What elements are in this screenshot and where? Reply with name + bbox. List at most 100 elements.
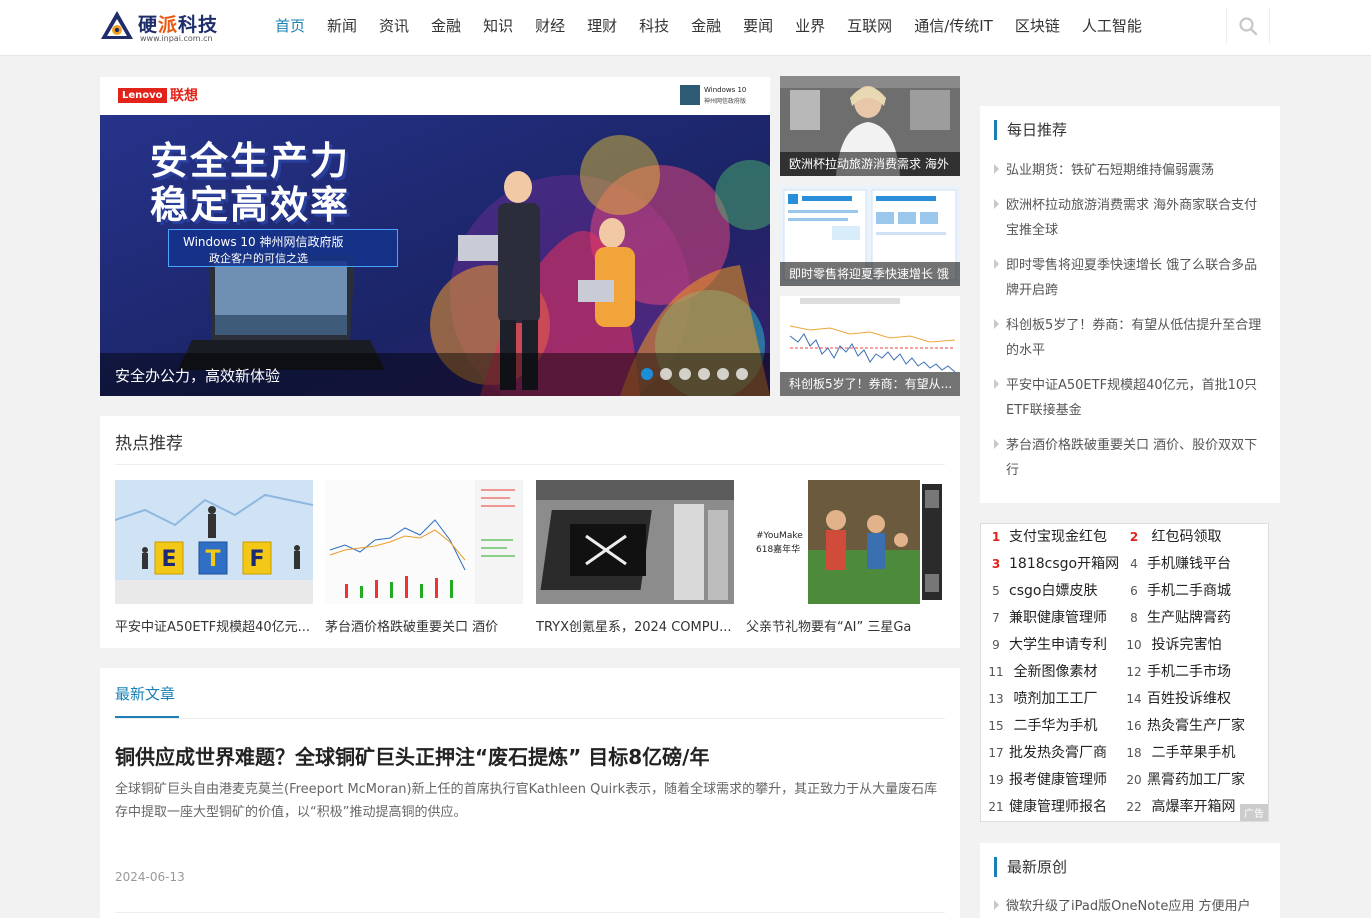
site-logo[interactable]: 硬派科技 www.inpai.com.cn — [100, 8, 230, 48]
ad-link[interactable]: 1 支付宝现金红包 — [983, 524, 1107, 551]
original-title: 最新原创 — [994, 857, 1067, 877]
daily-item[interactable]: 科创板5岁了！券商：有望从低估提升至合理的水平 — [992, 313, 1270, 363]
slider-dot-5[interactable] — [717, 368, 729, 380]
windows-badge-line2: 神州网信政府版 — [704, 98, 747, 105]
ad-link[interactable]: 4 手机赚钱平台 — [1121, 551, 1231, 578]
tab-active-indicator — [115, 716, 179, 718]
ad-link[interactable]: 11 全新图像素材 — [983, 659, 1097, 686]
ad-row: 11 全新图像素材 12 手机二手市场 — [981, 659, 1270, 686]
nav-item-wealth[interactable]: 理财 — [576, 0, 628, 52]
ad-row: 13 喷剂加工工厂 14 百姓投诉维权 — [981, 686, 1270, 713]
daily-item[interactable]: 即时零售将迎夏季快速增长 饿了么联合多品牌开启跨 — [992, 253, 1270, 303]
slider-dot-3[interactable] — [679, 368, 691, 380]
hot-card-3-caption[interactable]: TRYX创氪星系，2024 COMPU... — [536, 616, 734, 635]
nav-item-knowledge[interactable]: 知识 — [472, 0, 524, 52]
slide-subtitle-line2: 政企客户的可信之选 — [209, 252, 308, 265]
logo-mark-icon — [101, 11, 133, 39]
ad-link[interactable]: 16 热灸膏生产厂家 — [1121, 713, 1245, 740]
article-title[interactable]: 铜供应成世界难题？全球铜矿巨头正押注“废石提炼” 目标8亿磅/年 — [115, 741, 709, 770]
ad-row: 5 csgo白嫖皮肤 6 手机二手商城 — [981, 578, 1270, 605]
slider-dot-6[interactable] — [736, 368, 748, 380]
ad-link[interactable]: 10 投诉完害怕 — [1121, 632, 1221, 659]
nav-item-home[interactable]: 首页 — [264, 0, 316, 52]
nav-item-ai[interactable]: 人工智能 — [1071, 0, 1153, 52]
ad-row: 15 二手华为手机 16 热灸膏生产厂家 — [981, 713, 1270, 740]
ad-link[interactable]: 5 csgo白嫖皮肤 — [983, 578, 1097, 605]
daily-item[interactable]: 茅台酒价格跌破重要关口 酒价、股价双双下行 — [992, 433, 1270, 483]
hot-card-1[interactable]: E T F 平安中证A50ETF规模超40亿元... — [115, 480, 313, 635]
search-button[interactable] — [1226, 8, 1270, 44]
windows-logo-icon — [680, 85, 700, 105]
slider-brand-bar: Lenovo 联想 Windows 10 神州网信政府版 — [100, 77, 770, 115]
nav-item-news[interactable]: 新闻 — [316, 0, 368, 52]
tab-latest-articles[interactable]: 最新文章 — [115, 683, 175, 704]
ad-link[interactable]: 15 二手华为手机 — [983, 713, 1097, 740]
hot-card-4-caption[interactable]: 父亲节礼物要有“AI” 三星Ga — [746, 616, 944, 635]
windows-badge: Windows 10 神州网信政府版 — [680, 85, 756, 107]
article-date: 2024-06-13 — [115, 870, 185, 884]
side-thumb-1-caption[interactable]: 欧洲杯拉动旅游消费需求 海外 — [780, 152, 960, 176]
ad-link[interactable]: 20 黑膏药加工厂家 — [1121, 767, 1245, 794]
ad-link[interactable]: 6 手机二手商城 — [1121, 578, 1231, 605]
ad-link[interactable]: 2 红包码领取 — [1121, 524, 1222, 551]
ad-link[interactable]: 18 二手苹果手机 — [1121, 740, 1235, 767]
ad-link[interactable]: 7 兼职健康管理师 — [983, 605, 1107, 632]
ad-row: 3 1818csgo开箱网 4 手机赚钱平台 — [981, 551, 1270, 578]
ad-link[interactable]: 3 1818csgo开箱网 — [983, 551, 1119, 578]
nav-item-industry[interactable]: 业界 — [784, 0, 836, 52]
hot-card-4[interactable]: #YouMake 618嘉年华 父亲节礼物要有“AI” 三星Ga — [746, 480, 944, 635]
side-thumb-3[interactable]: 科创板5岁了！券商：有望从... — [780, 296, 960, 396]
daily-list: 弘业期货：铁矿石短期维持偏弱震荡 欧洲杯拉动旅游消费需求 海外商家联合支付宝推全… — [992, 158, 1270, 493]
latest-original: 最新原创 微软升级了iPad版OneNote应用 方便用户 — [980, 843, 1280, 918]
nav-item-telecom-it[interactable]: 通信/传统IT — [903, 0, 1004, 52]
side-thumb-2[interactable]: 即时零售将迎夏季快速增长 饿 — [780, 186, 960, 286]
ad-link[interactable]: 17 批发热灸膏厂商 — [983, 740, 1107, 767]
hot-card-1-caption[interactable]: 平安中证A50ETF规模超40亿元... — [115, 616, 313, 635]
nav-item-tech[interactable]: 科技 — [628, 0, 680, 52]
ad-link[interactable]: 14 百姓投诉维权 — [1121, 686, 1231, 713]
svg-text:E: E — [161, 547, 176, 572]
ad-link[interactable]: 12 手机二手市场 — [1121, 659, 1231, 686]
daily-item[interactable]: 弘业期货：铁矿石短期维持偏弱震荡 — [992, 158, 1270, 183]
slider-dot-4[interactable] — [698, 368, 710, 380]
original-item[interactable]: 微软升级了iPad版OneNote应用 方便用户 — [992, 895, 1250, 914]
nav-item-finance-2[interactable]: 金融 — [680, 0, 732, 52]
hot-title: 热点推荐 — [115, 434, 183, 454]
side-thumb-1[interactable]: 欧洲杯拉动旅游消费需求 海外 — [780, 76, 960, 176]
hero-slider[interactable]: Lenovo 联想 Windows 10 神州网信政府版 安全生产力 稳定高效率… — [100, 77, 770, 396]
ad-row: 9 大学生申请专利 10 投诉完害怕 — [981, 632, 1270, 659]
daily-item[interactable]: 欧洲杯拉动旅游消费需求 海外商家联合支付宝推全球 — [992, 193, 1270, 243]
nav-item-internet[interactable]: 互联网 — [836, 0, 903, 52]
hot-card-3[interactable]: TRYX创氪星系，2024 COMPU... — [536, 480, 734, 635]
hot-card-2[interactable]: 茅台酒价格跌破重要关口 酒价 — [325, 480, 523, 635]
slider-dot-1[interactable] — [641, 368, 653, 380]
svg-text:F: F — [249, 547, 264, 572]
ad-link[interactable]: 8 生产贴牌膏药 — [1121, 605, 1231, 632]
ad-links-box: 1 支付宝现金红包 2 红包码领取 3 1818csgo开箱网 4 手机赚钱平台 5c… — [980, 523, 1269, 822]
ad-link[interactable]: 21 健康管理师报名 — [983, 794, 1107, 821]
ad-link[interactable]: 19 报考健康管理师 — [983, 767, 1107, 794]
lenovo-logo: Lenovo — [118, 88, 167, 103]
ad-row: 7 兼职健康管理师 8 生产贴牌膏药 — [981, 605, 1270, 632]
side-thumb-3-caption[interactable]: 科创板5岁了！券商：有望从... — [780, 372, 960, 396]
daily-item[interactable]: 平安中证A50ETF规模超40亿元，首批10只ETF联接基金 — [992, 373, 1270, 423]
ad-link[interactable]: 9 大学生申请专利 — [983, 632, 1107, 659]
nav-item-blockchain[interactable]: 区块链 — [1004, 0, 1071, 52]
hot-card-2-caption[interactable]: 茅台酒价格跌破重要关口 酒价 — [325, 616, 523, 635]
nav-item-economy[interactable]: 财经 — [524, 0, 576, 52]
ad-label: 广告 — [1240, 804, 1268, 821]
slider-caption[interactable]: 安全办公力，高效新体验 — [115, 365, 280, 386]
nav-item-headlines[interactable]: 要闻 — [732, 0, 784, 52]
slider-dot-2[interactable] — [660, 368, 672, 380]
side-thumb-2-caption[interactable]: 即时零售将迎夏季快速增长 饿 — [780, 262, 960, 286]
ad-link[interactable]: 22 高爆率开箱网 — [1121, 794, 1235, 821]
ad-row: 17 批发热灸膏厂商 18 二手苹果手机 — [981, 740, 1270, 767]
site-header: 硬派科技 www.inpai.com.cn 首页 新闻 资讯 金融 知识 财经 … — [0, 0, 1371, 56]
slide-subtitle-line1: Windows 10 神州网信政府版 — [183, 235, 344, 249]
hot-card-2-image — [325, 480, 523, 604]
ad-link[interactable]: 13 喷剂加工工厂 — [983, 686, 1097, 713]
nav-item-info[interactable]: 资讯 — [368, 0, 420, 52]
article-separator — [115, 912, 945, 913]
nav-item-finance[interactable]: 金融 — [420, 0, 472, 52]
slider-dots — [641, 368, 748, 380]
